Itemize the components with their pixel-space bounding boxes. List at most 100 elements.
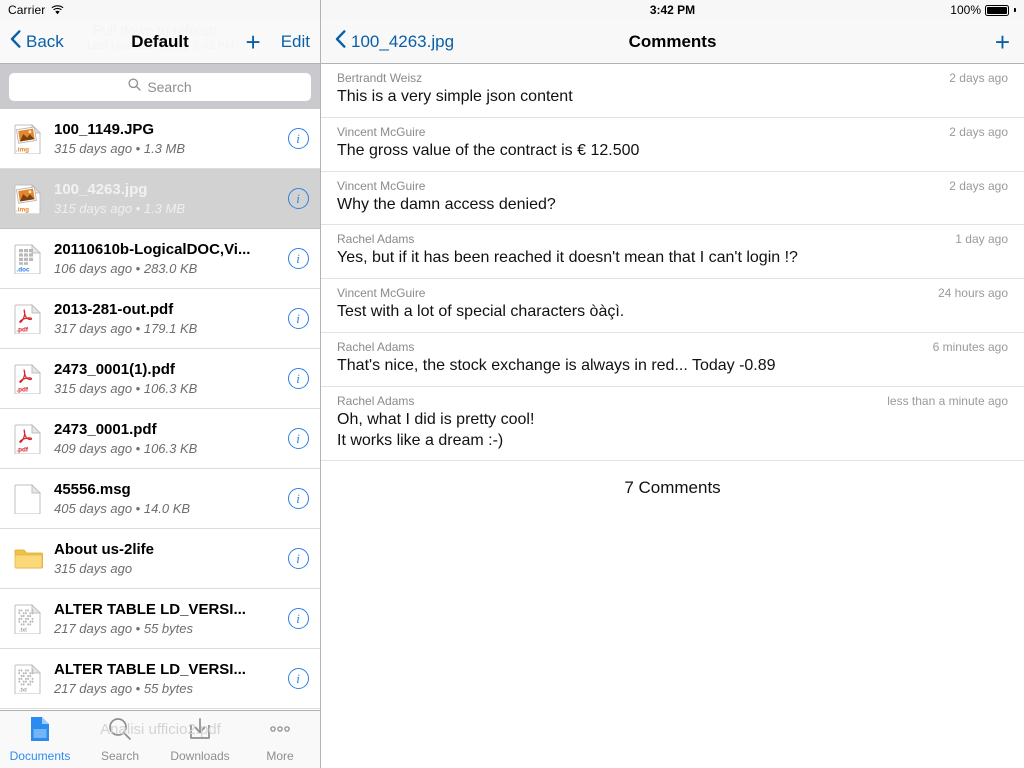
detail-back-label: 100_4263.jpg (351, 31, 455, 51)
text-file-icon: .txt (14, 603, 44, 634)
comment-body: Test with a lot of special characters òà… (337, 303, 625, 321)
file-name: ALTER TABLE LD_VERSI... (54, 660, 246, 678)
file-row-texts: 2473_0001(1).pdf 315 days ago • 106.3 KB (54, 361, 276, 397)
battery-indicator: 100% (950, 3, 1016, 17)
file-row[interactable]: .pdf 2473_0001(1).pdf 315 days ago • 106.3… (0, 349, 320, 409)
file-row[interactable]: .pdf 2013-281-out.pdf 317 days ago • 179.1… (0, 289, 320, 349)
info-icon: i (287, 548, 309, 569)
info-icon: i (287, 308, 309, 329)
comment-header: Vincent McGuire 2 days ago (337, 125, 1008, 139)
file-row[interactable]: .doc 20110610b-LogicalDOC,Vi... 106 days a… (0, 229, 320, 289)
chevron-left-icon (335, 30, 346, 53)
tab-more[interactable]: More (240, 711, 320, 768)
image-file-icon: .img (14, 123, 44, 154)
comment-item[interactable]: Rachel Adams 1 day ago Yes, but if it has … (321, 225, 1024, 280)
tab-label: Documents (9, 749, 71, 763)
comment-author: Rachel Adams (337, 393, 415, 408)
comment-item[interactable]: Bertrandt Weisz 2 days ago This is a very … (321, 64, 1024, 118)
comment-author: Vincent McGuire (337, 124, 426, 139)
file-row[interactable]: .img 100_4263.jpg 315 days ago • 1.3 MB i (0, 169, 320, 229)
split-view: Carrier Pull down to refresh... Last Upd… (0, 0, 1024, 768)
file-meta: 315 days ago • 1.3 MB (54, 201, 186, 217)
back-button[interactable]: Back (10, 30, 64, 53)
info-icon: i (287, 188, 309, 209)
comment-body: This is a very simple json content (337, 88, 573, 105)
svg-text:.pdf: .pdf (16, 446, 29, 453)
svg-text:.pdf: .pdf (16, 386, 29, 393)
ellipsis-icon (267, 716, 293, 747)
file-row-texts: ALTER TABLE LD_VERSI... 217 days ago • 55… (54, 601, 276, 637)
tab-documents[interactable]: Documents (0, 711, 80, 768)
comment-author: Vincent McGuire (337, 286, 426, 301)
comment-item[interactable]: Rachel Adams 6 minutes ago That's nice, th… (321, 333, 1024, 387)
master-pane: Carrier Pull down to refresh... Last Upd… (0, 0, 321, 768)
file-row[interactable]: .pdf 2473_0001.pdf 409 days ago • 106.3 KB… (0, 409, 320, 469)
file-row[interactable]: About us-2life 315 days ago i (0, 529, 320, 589)
file-list[interactable]: .img 100_1149.JPG 315 days ago • 1.3 MB i .i… (0, 109, 320, 710)
search-bar-container: Search (0, 64, 320, 109)
file-meta: 315 days ago • 1.3 MB (54, 141, 186, 157)
file-row[interactable]: 45556.msg 405 days ago • 14.0 KB i (0, 469, 320, 529)
comment-header: Vincent McGuire 24 hours ago (337, 286, 1008, 300)
comment-body: Yes, but if it has been reached it doesn… (337, 249, 798, 267)
search-input[interactable]: Search (9, 72, 311, 101)
file-row-texts: 45556.msg 405 days ago • 14.0 KB (54, 481, 276, 517)
download-icon (187, 716, 213, 747)
comment-timestamp: 24 hours ago (937, 286, 1008, 301)
info-button[interactable]: i (276, 469, 320, 529)
file-name: 45556.msg (54, 480, 131, 498)
comment-header: Bertrandt Weisz 2 days ago (337, 71, 1008, 85)
tab-label: Search (100, 749, 140, 763)
search-placeholder: Search (147, 78, 192, 95)
comment-item[interactable]: Vincent McGuire 2 days ago Why the damn ac… (321, 172, 1024, 226)
tab-bar: Analisi ufficio2.pdf Documents Search Down… (0, 710, 320, 768)
comment-author: Vincent McGuire (337, 178, 426, 193)
comment-item[interactable]: Rachel Adams less than a minute ago Oh, wh… (321, 387, 1024, 462)
file-row[interactable]: .img 100_1149.JPG 315 days ago • 1.3 MB i (0, 109, 320, 169)
file-row[interactable]: .txt ALTER TABLE LD_VERSI... 217 days ago … (0, 649, 320, 709)
info-button[interactable]: i (276, 649, 320, 709)
add-comment-button[interactable]: + (995, 29, 1010, 55)
file-row[interactable]: .txt ALTER TABLE LD_VERSI... 217 days ago … (0, 589, 320, 649)
comment-item[interactable]: Vincent McGuire 2 days ago The gross value… (321, 118, 1024, 172)
info-button[interactable]: i (276, 169, 320, 229)
tab-search[interactable]: Search (80, 711, 160, 768)
battery-icon (985, 4, 1009, 16)
status-bar-left: Carrier (0, 0, 320, 20)
svg-text:.img: .img (16, 206, 29, 213)
svg-text:.img: .img (16, 146, 29, 153)
blank-file-icon (14, 483, 44, 514)
detail-back-button[interactable]: 100_4263.jpg (335, 30, 454, 53)
info-icon: i (287, 128, 309, 149)
file-meta: 317 days ago • 179.1 KB (54, 321, 198, 337)
info-button[interactable]: i (276, 289, 320, 349)
search-icon (128, 77, 141, 96)
pdf-file-icon: .pdf (14, 303, 44, 334)
file-row-texts: 100_1149.JPG 315 days ago • 1.3 MB (54, 121, 276, 157)
tab-downloads[interactable]: Downloads (160, 711, 240, 768)
info-button[interactable]: i (276, 529, 320, 589)
edit-button[interactable]: Edit (281, 32, 310, 52)
info-button[interactable]: i (276, 349, 320, 409)
comments-list[interactable]: Bertrandt Weisz 2 days ago This is a very … (321, 64, 1024, 768)
comment-item[interactable]: Vincent McGuire 24 hours ago Test with a l… (321, 279, 1024, 333)
detail-nav-actions: + (995, 29, 1010, 55)
comment-body: That's nice, the stock exchange is alway… (337, 356, 776, 374)
file-row-texts: 20110610b-LogicalDOC,Vi... 106 days ago •… (54, 241, 276, 277)
comment-timestamp: 6 minutes ago (932, 339, 1008, 354)
add-document-button[interactable]: + (246, 29, 261, 55)
comment-author: Rachel Adams (337, 339, 415, 354)
info-button[interactable]: i (276, 109, 320, 169)
info-button[interactable]: i (276, 229, 320, 289)
svg-text:.pdf: .pdf (16, 326, 29, 333)
info-button[interactable]: i (276, 589, 320, 649)
file-meta: 315 days ago • 106.3 KB (54, 381, 198, 397)
file-name: 2473_0001.pdf (54, 420, 157, 438)
info-icon: i (287, 488, 309, 509)
info-button[interactable]: i (276, 409, 320, 469)
info-icon: i (287, 248, 309, 269)
file-meta: 217 days ago • 55 bytes (54, 681, 193, 697)
folder-icon (14, 544, 44, 574)
info-icon: i (287, 608, 309, 629)
file-name: 20110610b-LogicalDOC,Vi... (54, 240, 251, 258)
